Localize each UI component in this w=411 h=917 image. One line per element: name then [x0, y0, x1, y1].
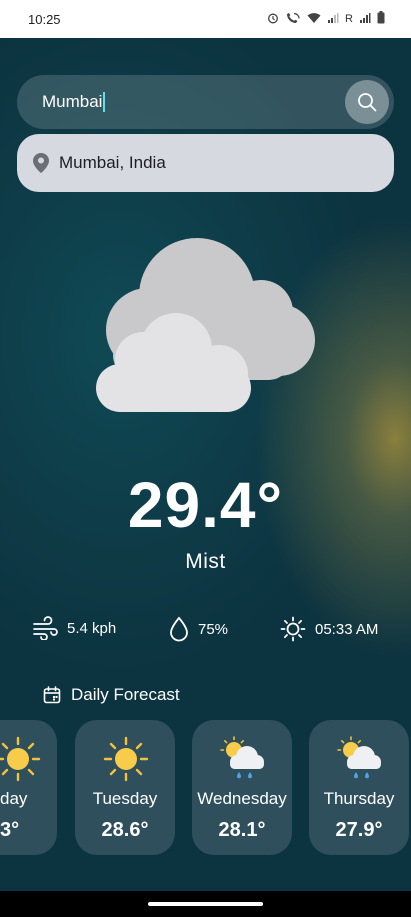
sun-icon — [103, 736, 149, 782]
signal-icon-2 — [359, 12, 371, 27]
status-icons: R — [267, 11, 385, 27]
search-input[interactable]: Mumbai — [42, 92, 102, 112]
sunrise-stat: 05:33 AM — [280, 616, 378, 642]
forecast-day: day — [0, 789, 28, 808]
signal-icon — [327, 12, 339, 27]
forecast-card[interactable]: day 3° — [0, 720, 57, 855]
status-bar: 10:25 R — [0, 0, 411, 38]
calendar-icon — [43, 686, 61, 704]
search-bar[interactable]: Mumbai — [17, 75, 394, 129]
battery-icon — [377, 11, 385, 27]
search-field[interactable]: Mumbai — [42, 92, 332, 112]
text-caret — [103, 92, 106, 112]
sun-icon — [280, 616, 306, 642]
wifi-call-icon — [285, 12, 301, 27]
sun-cloud-rain-icon — [220, 736, 264, 779]
daily-forecast-header: Daily Forecast — [43, 685, 180, 705]
forecast-temp: 28.6° — [101, 819, 149, 841]
location-pin-icon — [33, 153, 49, 173]
location-suggestion[interactable]: Mumbai, India — [17, 134, 394, 192]
sun-icon — [0, 736, 41, 782]
humidity-stat: 75% — [169, 616, 228, 642]
weather-stats: 5.4 kph 75% 05:33 AM — [0, 616, 411, 644]
forecast-day: Thursday — [323, 789, 395, 808]
daily-forecast-title: Daily Forecast — [71, 685, 180, 704]
roaming-indicator: R — [345, 13, 353, 25]
wind-value: 5.4 kph — [67, 619, 117, 637]
current-condition: Mist — [185, 550, 226, 573]
wind-stat: 5.4 kph — [32, 616, 116, 640]
sunrise-value: 05:33 AM — [315, 620, 379, 638]
forecast-temp: 28.1° — [218, 819, 266, 841]
forecast-card[interactable]: Wednesday 28.1° — [192, 720, 292, 855]
navigation-bar — [0, 891, 411, 917]
wifi-icon — [307, 12, 321, 27]
status-time: 10:25 — [28, 11, 61, 27]
wind-icon — [33, 616, 58, 640]
sun-cloud-rain-icon — [337, 736, 381, 779]
mist-cloud-icon — [96, 238, 315, 412]
current-temperature: 29.4° — [127, 469, 284, 541]
forecast-day: Wednesday — [197, 789, 287, 808]
suggestion-label: Mumbai, India — [59, 153, 166, 172]
weather-screen: Mumbai Mumbai, India 29.4° Mist 5.4 kph … — [0, 38, 411, 891]
forecast-card[interactable]: Tuesday 28.6° — [75, 720, 175, 855]
forecast-card[interactable]: Thursday 27.9° — [309, 720, 409, 855]
water-drop-icon — [170, 616, 188, 642]
forecast-carousel[interactable]: day 3° Tuesday 28.6° Wednesday 28.1° Thu… — [0, 720, 411, 855]
search-icon — [358, 93, 377, 112]
humidity-value: 75% — [198, 620, 229, 638]
forecast-temp: 3° — [0, 819, 20, 841]
home-gesture-handle[interactable] — [148, 902, 263, 906]
forecast-day: Tuesday — [92, 789, 158, 808]
search-button[interactable] — [345, 80, 389, 124]
alarm-icon — [267, 12, 279, 27]
forecast-temp: 27.9° — [335, 819, 383, 841]
